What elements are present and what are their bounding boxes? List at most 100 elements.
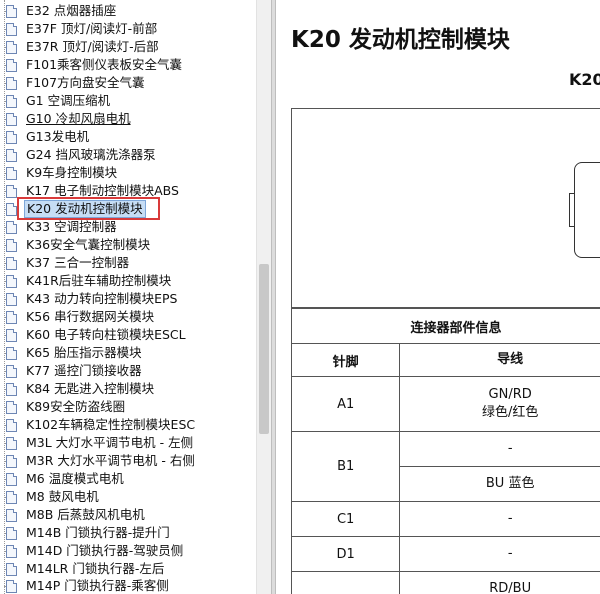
document-icon <box>6 346 17 360</box>
tree-item[interactable]: K9车身控制模块 <box>2 164 119 182</box>
tree-item[interactable]: K37 三合一控制器 <box>2 254 131 272</box>
document-icon <box>6 274 17 288</box>
document-icon <box>6 472 17 486</box>
tree-item-label: K102车辆稳定性控制模块ESC <box>26 417 196 432</box>
document-icon <box>6 418 17 432</box>
document-icon <box>6 22 17 36</box>
document-icon <box>6 454 17 468</box>
tree-item[interactable]: K56 串行数据网关模块 <box>2 308 156 326</box>
document-icon <box>6 40 17 54</box>
document-icon <box>6 130 17 144</box>
tree-item[interactable]: G13发电机 <box>2 128 91 146</box>
tree-item[interactable]: M8B 后蒸鼓风机电机 <box>2 506 147 524</box>
document-icon <box>6 400 17 414</box>
tree-item[interactable]: M6 温度模式电机 <box>2 470 126 488</box>
tree-item-label: K65 胎压指示器模块 <box>26 345 142 360</box>
tree-item[interactable]: E37F 顶灯/阅读灯-前部 <box>2 20 159 38</box>
tree-item[interactable]: K41R后驻车辅助控制模块 <box>2 272 173 290</box>
tree-item-label: M6 温度模式电机 <box>26 471 124 486</box>
pin-cell: C1 <box>290 501 401 537</box>
tree-item[interactable]: K33 空调控制器 <box>2 218 119 236</box>
connector-diagram-frame <box>291 108 600 308</box>
tree-item-label: K36安全气囊控制模块 <box>26 237 151 252</box>
tree-item[interactable]: M14D 门锁执行器-驾驶员侧 <box>2 542 185 560</box>
pin-cell <box>290 571 401 594</box>
document-icon <box>6 508 17 522</box>
tree-item-label: M14D 门锁执行器-驾驶员侧 <box>26 543 184 558</box>
table-row: C1 - <box>290 501 600 537</box>
tree-item-label: K84 无匙进入控制模块 <box>26 381 155 396</box>
tree-item[interactable]: G10 冷却风扇电机 <box>2 110 133 128</box>
pin-cell: B1 <box>290 431 401 502</box>
tree-item[interactable]: F101乘客侧仪表板安全气囊 <box>2 56 184 74</box>
wire-color-code: GN/RD <box>488 387 532 402</box>
tree-item-label: G24 挡风玻璃洗涤器泵 <box>26 147 156 162</box>
tree-item[interactable]: K77 遥控门锁接收器 <box>2 362 144 380</box>
page-title: K20 发动机控制模块 <box>291 27 510 53</box>
tree-item-label: K43 动力转向控制模块EPS <box>26 291 178 306</box>
document-icon <box>6 292 17 306</box>
tree-item[interactable]: K60 电子转向柱锁模块ESCL <box>2 326 188 344</box>
tree-item[interactable]: G1 空调压缩机 <box>2 92 112 110</box>
tree-item[interactable]: G24 挡风玻璃洗涤器泵 <box>2 146 158 164</box>
document-icon <box>6 382 17 396</box>
connector-outline <box>569 162 600 258</box>
tree-item[interactable]: K102车辆稳定性控制模块ESC <box>2 416 197 434</box>
document-icon <box>6 202 17 216</box>
document-icon <box>6 436 17 450</box>
tree-item-label: K89安全防盗线圈 <box>26 399 126 414</box>
tree-item[interactable]: M14P 门锁执行器-乘客侧 <box>2 577 171 594</box>
tree-item[interactable]: M3R 大灯水平调节电机 - 右侧 <box>2 452 197 470</box>
scrollbar-thumb[interactable] <box>259 264 269 434</box>
tree-item-label: K9车身控制模块 <box>26 165 118 180</box>
wire-cell: - <box>399 501 600 537</box>
tree-item[interactable]: F107方向盘安全气囊 <box>2 74 147 92</box>
tree-item[interactable]: M14B 门锁执行器-提升门 <box>2 524 172 542</box>
tree-item[interactable]: M8 鼓风电机 <box>2 488 101 506</box>
pin-column-header: 针脚 <box>290 343 401 377</box>
wire-cell: - <box>399 431 600 467</box>
selection-highlight-box <box>17 197 160 220</box>
document-icon <box>6 4 17 18</box>
tree-item[interactable]: M14LR 门锁执行器-左后 <box>2 560 166 578</box>
tree-item[interactable]: K43 动力转向控制模块EPS <box>2 290 179 308</box>
document-icon <box>6 220 17 234</box>
tree-item[interactable]: M3L 大灯水平调节电机 - 左侧 <box>2 434 195 452</box>
tree-item-label: E37F 顶灯/阅读灯-前部 <box>26 21 158 36</box>
tree-item[interactable]: K65 胎压指示器模块 <box>2 344 144 362</box>
document-icon <box>6 184 17 198</box>
connector-info-header: 连接器部件信息 <box>291 308 600 344</box>
document-icon <box>6 58 17 72</box>
wire-color-name: 绿色/红色 <box>481 405 539 420</box>
document-icon <box>6 238 17 252</box>
tree-item-label: G1 空调压缩机 <box>26 93 111 108</box>
tree-item[interactable]: E37R 顶灯/阅读灯-后部 <box>2 38 161 56</box>
tree-item-label: M8 鼓风电机 <box>26 489 99 504</box>
document-icon <box>6 526 17 540</box>
tree-item-label: K77 遥控门锁接收器 <box>26 363 142 378</box>
document-icon <box>6 256 17 270</box>
tree-item-label: F107方向盘安全气囊 <box>26 75 145 90</box>
tree-item-label: M3L 大灯水平调节电机 - 左侧 <box>26 435 194 450</box>
tree-item-label: K60 电子转向柱锁模块ESCL <box>26 327 186 342</box>
document-icon <box>6 148 17 162</box>
document-icon <box>6 94 17 108</box>
tree-item[interactable]: K89安全防盗线圈 <box>2 398 127 416</box>
wire-cell: - <box>399 536 600 572</box>
wire-cell: BU 蓝色 <box>399 466 600 502</box>
tree-item-label: K56 串行数据网关模块 <box>26 309 155 324</box>
document-icon <box>6 166 17 180</box>
wire-cell: RD/BU <box>399 571 600 594</box>
tree-item-label: M14LR 门锁执行器-左后 <box>26 561 165 576</box>
tree-item[interactable]: K84 无匙进入控制模块 <box>2 380 156 398</box>
tree-item-label: K37 三合一控制器 <box>26 255 130 270</box>
document-icon <box>6 76 17 90</box>
tree-item[interactable]: K36安全气囊控制模块 <box>2 236 152 254</box>
pin-cell: D1 <box>290 536 401 572</box>
document-icon <box>6 579 17 593</box>
tree-item-label: K41R后驻车辅助控制模块 <box>26 273 172 288</box>
sidebar-scrollbar[interactable] <box>256 0 272 594</box>
wire-column-header: 导线 <box>399 343 600 377</box>
tree-item-label: M14B 门锁执行器-提升门 <box>26 525 170 540</box>
tree-item[interactable]: E32 点烟器插座 <box>2 2 118 20</box>
